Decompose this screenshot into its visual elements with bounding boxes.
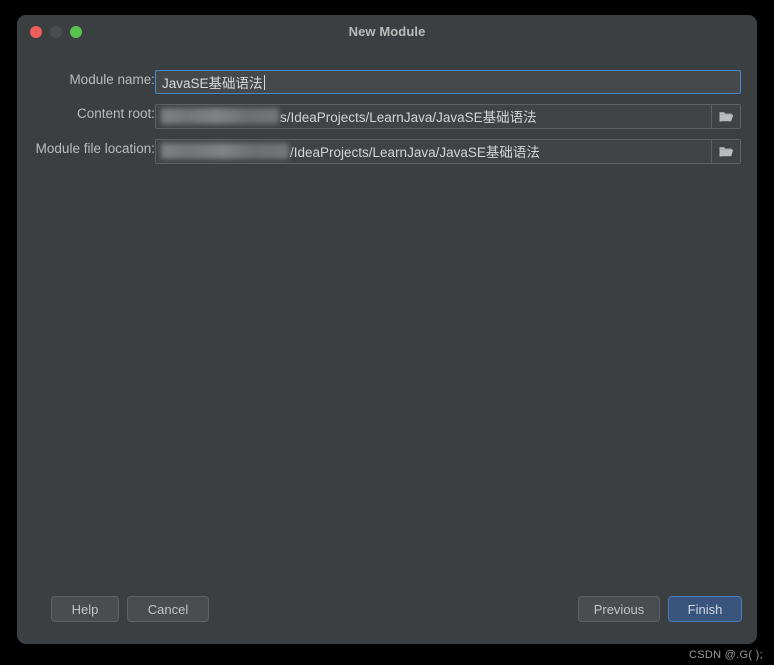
help-button[interactable]: Help <box>51 596 119 622</box>
content-root-field[interactable]: s/IdeaProjects/LearnJava/JavaSE基础语法 <box>155 103 741 129</box>
module-file-location-field[interactable]: /IdeaProjects/LearnJava/JavaSE基础语法 <box>155 138 741 164</box>
module-file-location-label-wrap: Module file location: <box>17 141 155 161</box>
dialog-footer: Help Cancel Previous Finish <box>17 582 757 644</box>
watermark-text: CSDN @.G( ); <box>688 649 763 661</box>
redacted-path-segment <box>161 143 289 159</box>
module-name-label: Module name: <box>69 72 155 87</box>
finish-button[interactable]: Finish <box>668 596 742 622</box>
content-root-label: Content root: <box>76 106 155 121</box>
content-root-browse-button[interactable] <box>711 104 740 128</box>
dialog-titlebar[interactable]: New Module <box>17 15 757 49</box>
module-file-location-browse-button[interactable] <box>711 139 740 163</box>
cancel-button[interactable]: Cancel <box>127 596 209 622</box>
module-file-location-value: /IdeaProjects/LearnJava/JavaSE基础语法 <box>290 145 540 160</box>
module-file-location-label: Module file location: <box>35 141 155 156</box>
dialog-title: New Module <box>348 24 426 39</box>
screen: New Module Module name: JavaSE基础语法 Conte… <box>0 0 774 665</box>
content-root-value: s/IdeaProjects/LearnJava/JavaSE基础语法 <box>280 110 537 125</box>
redacted-path-segment <box>161 108 279 124</box>
module-name-input[interactable]: JavaSE基础语法 <box>155 70 741 94</box>
dialog-content: Module name: JavaSE基础语法 Content root: s/… <box>17 49 757 609</box>
module-file-location-path[interactable]: /IdeaProjects/LearnJava/JavaSE基础语法 <box>156 140 711 163</box>
new-module-dialog: New Module Module name: JavaSE基础语法 Conte… <box>17 15 757 644</box>
folder-open-icon <box>719 145 734 158</box>
content-root-row: Content root: s/IdeaProjects/LearnJava/J… <box>17 103 757 129</box>
folder-open-icon <box>719 110 734 123</box>
module-name-value: JavaSE基础语法 <box>162 76 263 91</box>
module-name-label-wrap: Module name: <box>17 72 155 92</box>
module-name-row: Module name: JavaSE基础语法 <box>17 70 757 94</box>
text-caret <box>263 74 265 90</box>
content-root-path[interactable]: s/IdeaProjects/LearnJava/JavaSE基础语法 <box>156 105 711 128</box>
content-root-label-wrap: Content root: <box>17 106 155 126</box>
previous-button[interactable]: Previous <box>578 596 660 622</box>
module-file-location-row: Module file location: /IdeaProjects/Lear… <box>17 138 757 164</box>
